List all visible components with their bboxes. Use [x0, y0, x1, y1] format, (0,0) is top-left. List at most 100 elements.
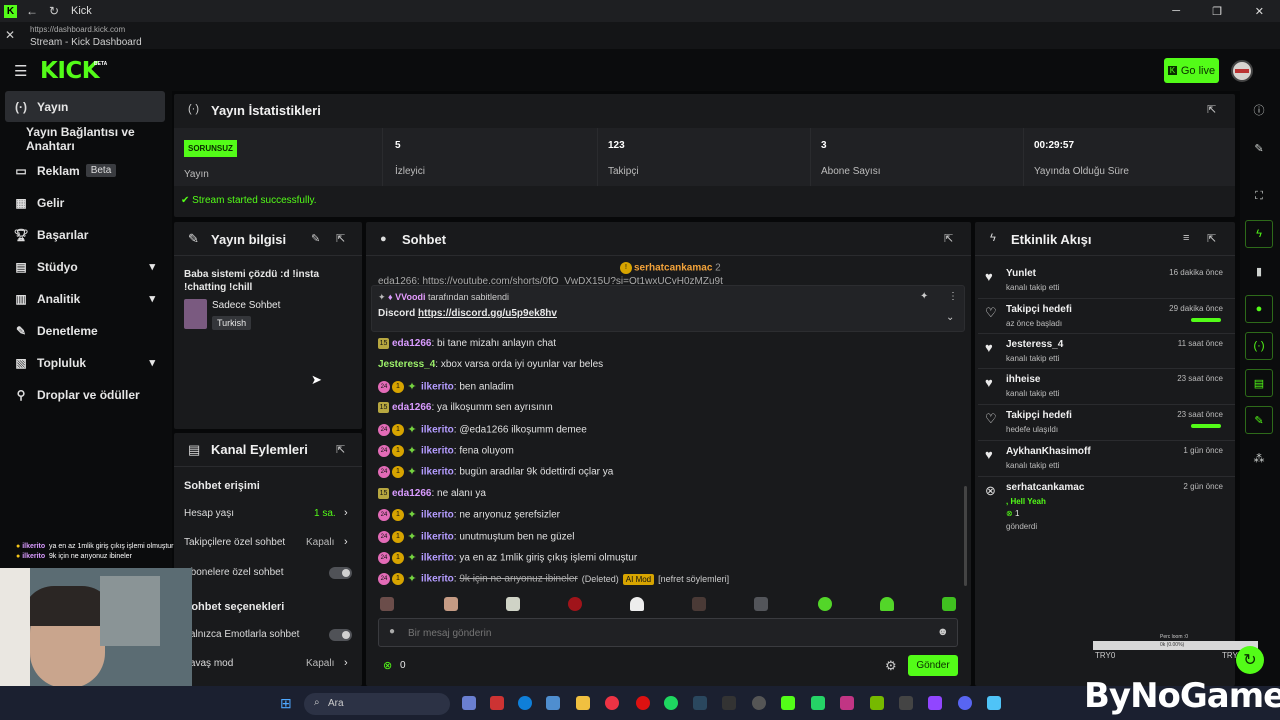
- instagram-icon[interactable]: [840, 696, 854, 710]
- emote-icon[interactable]: [818, 597, 832, 611]
- epic-games-icon[interactable]: [722, 696, 736, 710]
- chat-input[interactable]: [408, 625, 908, 641]
- refresh-float-icon[interactable]: ↻: [1236, 646, 1264, 674]
- chat-username[interactable]: ilkerito: [421, 574, 454, 585]
- emote-icon[interactable]: [380, 597, 394, 611]
- chrome-icon[interactable]: [605, 696, 619, 710]
- expand-icon[interactable]: ⛶: [1245, 182, 1273, 210]
- chat-username[interactable]: eda1266: [392, 402, 431, 413]
- chevron-down-icon[interactable]: ⌄: [946, 312, 954, 323]
- app-icon[interactable]: [752, 696, 766, 710]
- event-item[interactable]: ♡ Takipçi hedefi hedefe ulaşıldı 23 saat ön…: [985, 410, 1227, 434]
- chat-username[interactable]: ilkerito: [421, 510, 454, 521]
- popout-icon[interactable]: ⇱: [1207, 103, 1216, 116]
- account-age-value[interactable]: 1 sa.: [314, 508, 336, 519]
- task-view-icon[interactable]: [462, 696, 476, 710]
- emote-icon[interactable]: [754, 597, 768, 611]
- whatsapp-icon[interactable]: [811, 696, 825, 710]
- chat-username[interactable]: ilkerito: [421, 381, 454, 392]
- avatar[interactable]: [1231, 60, 1253, 82]
- stop-loading-icon[interactable]: ✕: [5, 28, 15, 42]
- sidebar-item-studyo[interactable]: ▤ Stüdyo ▾: [5, 251, 165, 282]
- emote-icon[interactable]: [506, 597, 520, 611]
- sidebar-item-reklam[interactable]: ▭ Reklam Beta: [5, 155, 165, 186]
- maximize-icon[interactable]: ❐: [1212, 5, 1222, 18]
- unpin-icon[interactable]: ✦: [920, 291, 928, 302]
- chat-username[interactable]: ilkerito: [421, 553, 454, 564]
- close-window-icon[interactable]: ✕: [1255, 5, 1264, 18]
- panel-icon[interactable]: ▤: [1245, 369, 1273, 397]
- slow-mode-value[interactable]: Kapalı: [306, 658, 334, 669]
- chevron-right-icon[interactable]: ›: [344, 657, 348, 669]
- top-gifter[interactable]: ! serhatcankamac 2: [620, 262, 721, 274]
- sidebar-item-droplar[interactable]: ⚲ Droplar ve ödüller: [5, 379, 165, 410]
- popout-icon[interactable]: ⇱: [944, 232, 953, 245]
- popout-icon[interactable]: ⇱: [336, 232, 345, 245]
- discord-icon[interactable]: [958, 696, 972, 710]
- sidebar-item-analitik[interactable]: ▥ Analitik ▾: [5, 283, 165, 314]
- more-options-icon[interactable]: ⋮: [948, 291, 958, 302]
- info-icon[interactable]: ⓘ: [1245, 96, 1273, 124]
- file-explorer-icon[interactable]: [576, 696, 590, 710]
- edit-icon[interactable]: ✎: [1245, 134, 1273, 162]
- emoji-icon[interactable]: ☻: [937, 626, 949, 638]
- event-item[interactable]: ♥ Jesteress_4 kanalı takip etti 11 saat önc…: [985, 339, 1227, 363]
- chat-username[interactable]: Jesteress_4: [378, 359, 435, 370]
- popout-icon[interactable]: ⇱: [1207, 232, 1216, 245]
- edit-icon[interactable]: ✎: [311, 232, 320, 245]
- chevron-right-icon[interactable]: ›: [344, 507, 348, 519]
- kick-taskbar-icon[interactable]: [781, 696, 795, 710]
- sidebar-item-gelir[interactable]: ▦ Gelir: [5, 187, 165, 218]
- spotify-icon[interactable]: [664, 696, 678, 710]
- sidebar-item-denetleme[interactable]: ✎ Denetleme: [5, 315, 165, 346]
- chat-username[interactable]: eda1266: [392, 488, 431, 499]
- chat-username[interactable]: ilkerito: [421, 467, 454, 478]
- kick-points-icon[interactable]: ⊗: [383, 659, 392, 672]
- followers-only-value[interactable]: Kapalı: [306, 537, 334, 548]
- sidebar-item-basarilar[interactable]: 🏆︎ Başarılar: [5, 219, 165, 250]
- taskbar-search[interactable]: ⌕ Ara: [304, 693, 450, 715]
- popout-icon[interactable]: ⇱: [336, 443, 345, 456]
- app-icon[interactable]: [899, 696, 913, 710]
- menu-icon[interactable]: ☰: [14, 62, 27, 80]
- community-icon[interactable]: ⁂: [1245, 444, 1273, 472]
- app-icon[interactable]: [987, 696, 1001, 710]
- chat-scrollbar[interactable]: [964, 486, 967, 586]
- emote-icon[interactable]: [692, 597, 706, 611]
- go-live-button[interactable]: K Go live: [1164, 58, 1219, 83]
- chat-username[interactable]: eda1266: [392, 338, 431, 349]
- event-item[interactable]: ♥ Yunlet kanalı takip etti 16 dakika önce: [985, 268, 1227, 292]
- chevron-right-icon[interactable]: ›: [344, 536, 348, 548]
- chat-bubble-icon[interactable]: ●: [1245, 295, 1273, 323]
- emote-icon[interactable]: [630, 597, 644, 611]
- event-item[interactable]: ♡ Takipçi hedefi az önce başladı 29 dakika …: [985, 304, 1227, 328]
- opera-icon[interactable]: [636, 696, 650, 710]
- windows-start-icon[interactable]: ⊞: [280, 695, 292, 712]
- back-icon[interactable]: ←: [21, 4, 43, 18]
- chat-username[interactable]: ilkerito: [421, 446, 454, 457]
- app-icon[interactable]: [928, 696, 942, 710]
- chat-username[interactable]: ilkerito: [421, 531, 454, 542]
- nvidia-icon[interactable]: [870, 696, 884, 710]
- lightning-icon[interactable]: ϟ: [1245, 220, 1273, 248]
- emote-icon[interactable]: [880, 597, 894, 611]
- kick-logo[interactable]: KICK: [40, 58, 100, 84]
- sidebar-item-yayin[interactable]: (·) Yayın: [5, 91, 165, 122]
- pinned-link[interactable]: https://discord.gg/u5p9ek8hv: [418, 308, 557, 319]
- sidebar-item-topluluk[interactable]: ▧ Topluluk ▾: [5, 347, 165, 378]
- chat-username[interactable]: ilkerito: [421, 424, 454, 435]
- event-item[interactable]: ♥ ihheise kanalı takip etti 23 saat önce: [985, 374, 1227, 398]
- steam-icon[interactable]: [693, 696, 707, 710]
- emote-icon[interactable]: [444, 597, 458, 611]
- filter-icon[interactable]: ≡: [1183, 232, 1189, 244]
- broadcast-icon[interactable]: (·): [1245, 332, 1273, 360]
- edge-icon[interactable]: [518, 696, 532, 710]
- emote-icon[interactable]: [568, 597, 582, 611]
- minimize-icon[interactable]: ─: [1172, 5, 1180, 17]
- wrench-icon[interactable]: ✎: [1245, 406, 1273, 434]
- app-icon[interactable]: [490, 696, 504, 710]
- app-icon[interactable]: [546, 696, 560, 710]
- sidebar-item-stream-key[interactable]: Yayın Bağlantısı ve Anahtarı: [26, 123, 176, 154]
- refresh-icon[interactable]: ↻: [43, 4, 65, 18]
- event-item[interactable]: ⊗ serhatcankamac, Hell Yeah ⊗ 1 gönderdi 2 g…: [985, 482, 1227, 531]
